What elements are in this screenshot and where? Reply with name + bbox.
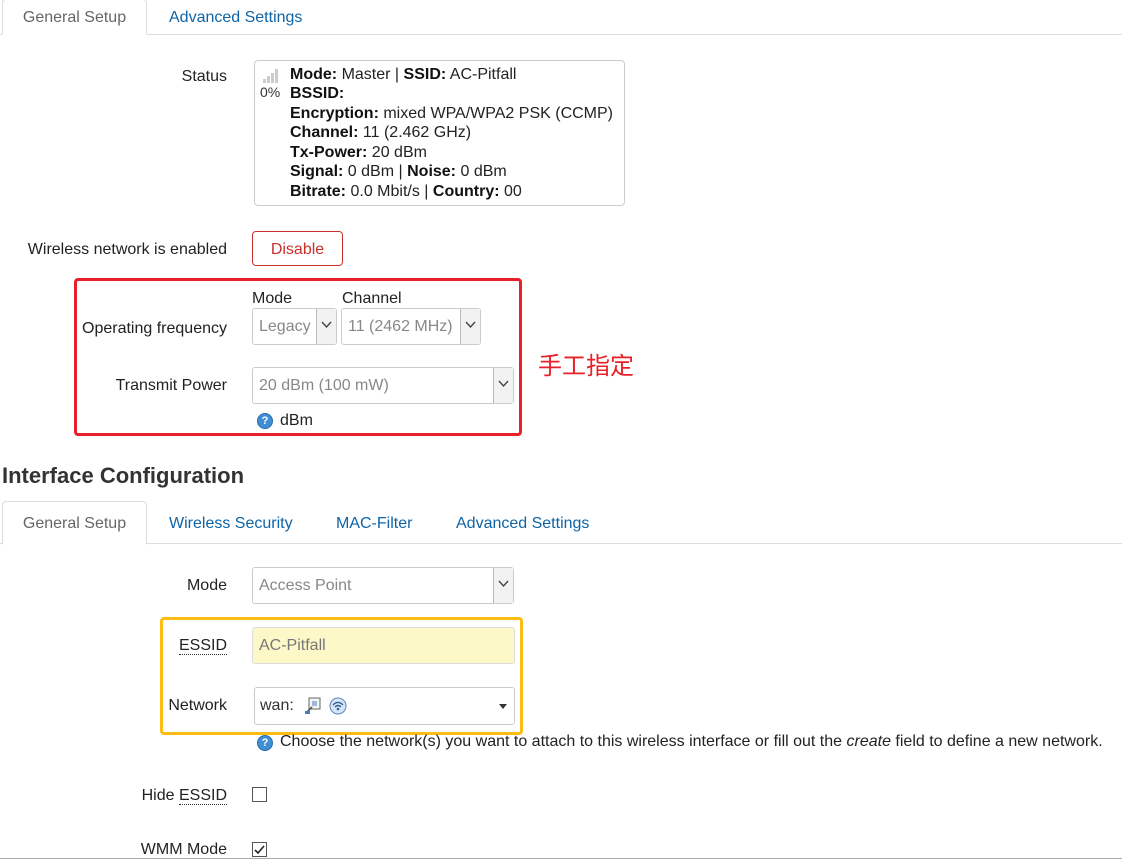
signal-percent: 0% (260, 84, 281, 100)
chevron-down-icon (493, 568, 513, 603)
chevron-down-icon (316, 309, 336, 344)
help-icon: ? (257, 413, 273, 429)
transmit-power-select[interactable]: 20 dBm (100 mW) (252, 367, 514, 404)
network-value: wan: (260, 697, 294, 714)
essid-input[interactable]: AC-Pitfall (252, 627, 515, 664)
annotation-manual-set: 手工指定 (538, 353, 634, 380)
tab-advanced-settings[interactable]: Advanced Settings (169, 0, 302, 35)
status-encryption-line: Encryption: mixed WPA/WPA2 PSK (CCMP) (290, 105, 613, 122)
wmm-mode-checkbox[interactable] (252, 842, 267, 857)
status-bitrate-line: Bitrate: 0.0 Mbit/s | Country: 00 (290, 183, 522, 200)
channel-select[interactable]: 11 (2462 MHz) (341, 308, 481, 345)
network-help-text: Choose the network(s) you want to attach… (280, 733, 1103, 750)
network-label: Network (168, 697, 227, 714)
transmit-power-help: dBm (280, 412, 313, 429)
iface-mode-select[interactable]: Access Point (252, 567, 514, 604)
ethernet-port-icon (305, 697, 321, 714)
chevron-down-icon (460, 309, 480, 344)
status-channel-line: Channel: 11 (2.462 GHz) (290, 124, 472, 141)
frequency-mode-select[interactable]: Legacy (252, 308, 337, 345)
wmm-mode-label: WMM Mode (140, 841, 227, 858)
operating-frequency-label: Operating frequency (82, 320, 227, 337)
interface-tab-bar: General Setup Wireless Security MAC-Filt… (0, 501, 1122, 545)
tab-iface-advanced-settings[interactable]: Advanced Settings (456, 506, 589, 541)
wireless-enabled-label: Wireless network is enabled (27, 241, 227, 258)
tab-mac-filter[interactable]: MAC-Filter (336, 506, 412, 541)
tab-iface-general-setup[interactable]: General Setup (2, 501, 147, 545)
dropdown-arrow-icon (499, 704, 507, 709)
status-signal-line: Signal: 0 dBm | Noise: 0 dBm (290, 163, 507, 180)
mode-header: Mode (252, 290, 293, 307)
status-bssid-line: BSSID: (290, 85, 345, 102)
network-select[interactable]: wan: (254, 687, 515, 725)
checkmark-icon (254, 845, 265, 855)
bottom-divider (0, 858, 1122, 859)
hide-essid-label: Hide ESSID (141, 787, 227, 805)
iface-mode-label: Mode (186, 577, 227, 594)
hide-essid-checkbox[interactable] (252, 787, 267, 802)
help-icon: ? (257, 735, 273, 751)
disable-button[interactable]: Disable (252, 231, 343, 266)
essid-label: ESSID (178, 637, 227, 655)
status-txpower-line: Tx-Power: 20 dBm (290, 144, 427, 161)
interface-config-title: Interface Configuration (2, 463, 245, 488)
signal-strength-icon (263, 69, 278, 83)
status-label: Status (181, 68, 227, 85)
tab-wireless-security[interactable]: Wireless Security (169, 506, 293, 541)
channel-header: Channel (342, 290, 402, 307)
chevron-down-icon (493, 368, 513, 403)
wireless-icon (329, 697, 347, 715)
status-mode-line: Mode: Master | SSID: AC-Pitfall (290, 66, 517, 83)
device-tab-bar: General Setup Advanced Settings (0, 0, 1122, 35)
tab-general-setup[interactable]: General Setup (2, 0, 147, 35)
transmit-power-label: Transmit Power (115, 377, 227, 394)
